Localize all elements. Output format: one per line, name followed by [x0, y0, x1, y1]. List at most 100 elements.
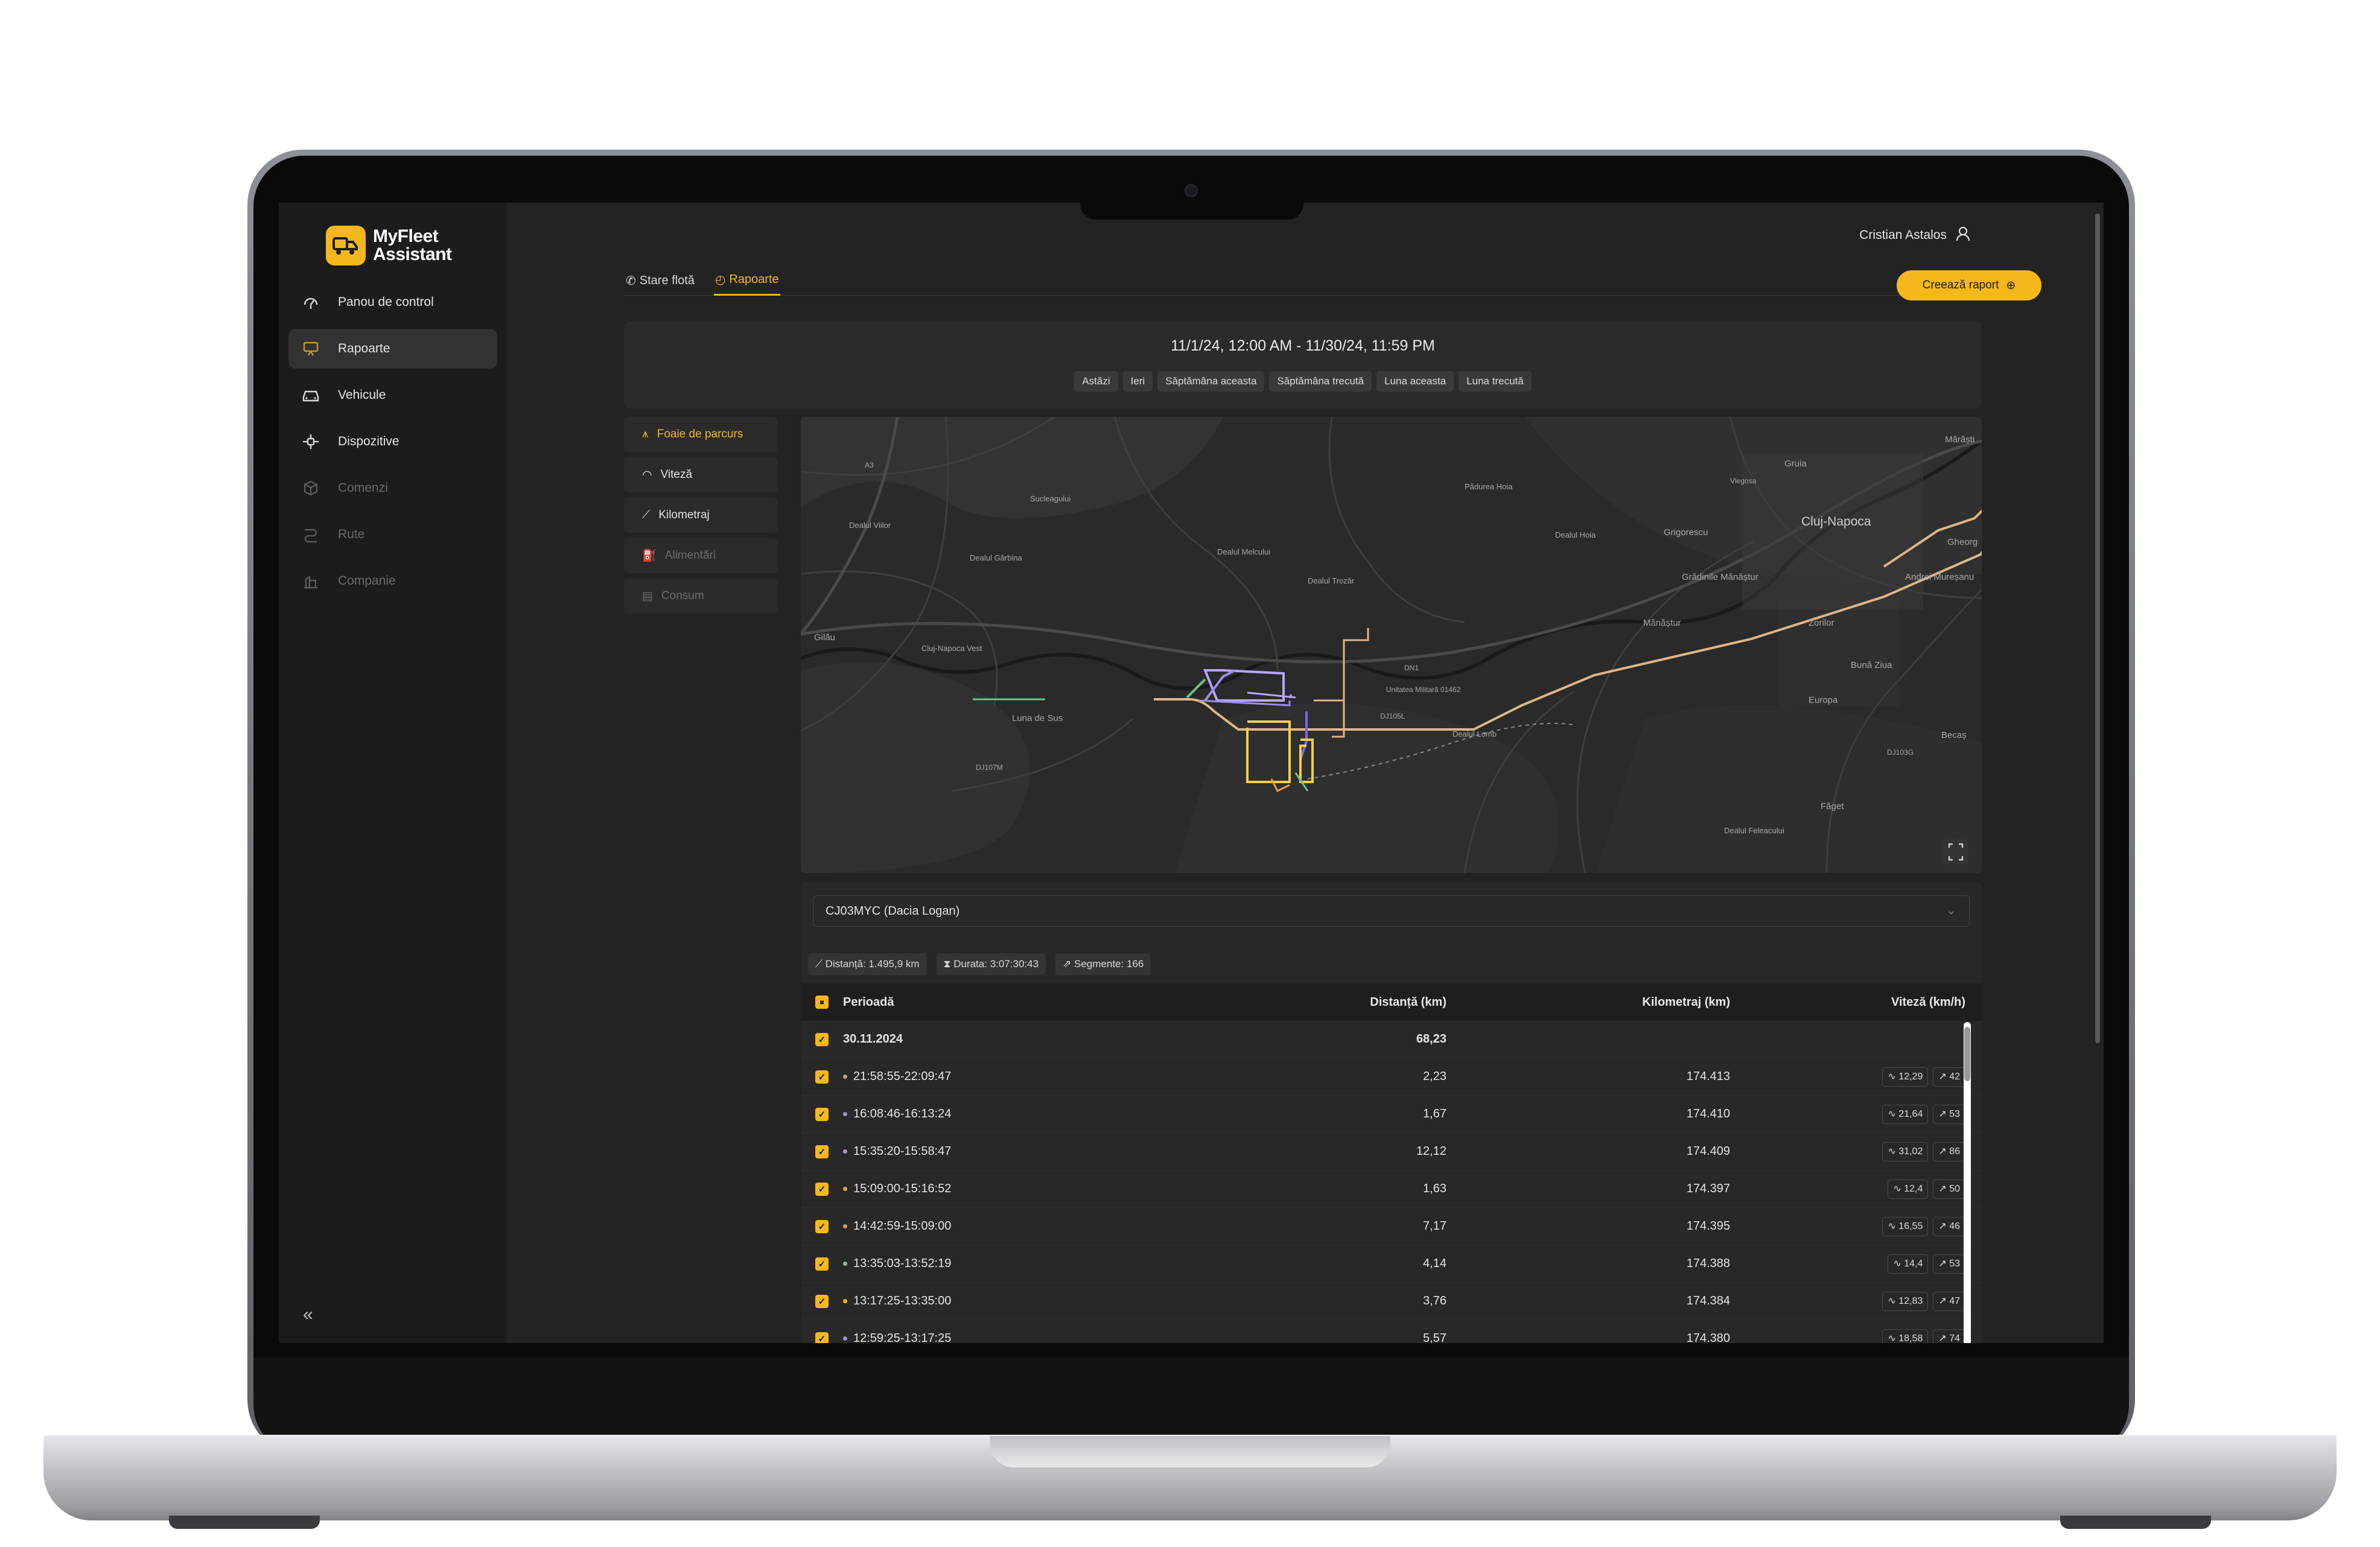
tab-stare-flota[interactable]: ✆ Stare flotă — [625, 265, 696, 296]
device-icon — [302, 433, 320, 451]
map-label-dj105l: DJ105L — [1380, 712, 1405, 720]
report-type-kilometraj[interactable]: ⟋ Kilometraj — [624, 498, 777, 533]
report-type-alimentari[interactable]: ⛽ Alimentări — [624, 538, 777, 573]
car-icon — [302, 386, 320, 404]
avg-speed-badge: ∿ 12,4 — [1888, 1179, 1929, 1199]
row-distance: 2,23 — [1423, 1070, 1446, 1083]
report-type-label: Consum — [661, 589, 704, 602]
brand-line-1: MyFleet — [373, 226, 439, 246]
header-distance[interactable]: Distanță (km) — [1157, 996, 1446, 1009]
fuel-icon: ⛽ — [642, 550, 657, 562]
row-checkbox[interactable]: ✓ — [815, 1294, 829, 1308]
vehicle-select[interactable]: CJ03MYC (Dacia Logan) ⌄ — [813, 895, 1970, 927]
map-label-dealul-lomb: Dealul Lomb — [1452, 729, 1497, 739]
row-checkbox[interactable]: ✓ — [815, 1145, 829, 1158]
quick-range-yesterday[interactable]: Ieri — [1122, 371, 1153, 392]
table-row[interactable]: ✓ 13:17:25-13:35:00 3,76 174.384 ∿ 12,83 ↗ 47 — [801, 1283, 1982, 1320]
max-speed-value: 50 — [1949, 1183, 1960, 1194]
table-group-row[interactable]: ✓ 30.11.2024 68,23 — [801, 1021, 1982, 1058]
user-menu[interactable]: Cristian Astalos — [1859, 226, 1971, 245]
row-checkbox[interactable]: ✓ — [815, 1257, 829, 1271]
row-odometer: 174.409 — [1686, 1145, 1730, 1158]
map-label-cluj-napoca: Cluj-Napoca — [1801, 515, 1871, 529]
max-speed-value: 86 — [1949, 1146, 1960, 1157]
map-label-a3: A3 — [865, 461, 874, 469]
box-icon — [302, 479, 320, 497]
brand-name: MyFleet Assistant — [373, 227, 452, 264]
map-label-andrei-muresanu: Andrei Mureșanu — [1905, 572, 1974, 582]
row-checkbox[interactable]: ✓ — [815, 1070, 829, 1084]
map-label-dealul-melcului: Dealul Melcului — [1217, 547, 1270, 556]
collapse-sidebar-icon[interactable]: « — [303, 1304, 313, 1325]
brand-logo[interactable]: MyFleet Assistant — [326, 226, 452, 265]
header-speed[interactable]: Viteză (km/h) — [1730, 996, 1965, 1009]
camera-icon — [1185, 184, 1198, 197]
date-range-picker[interactable]: 11/1/24, 12:00 AM - 11/30/24, 11:59 PM — [624, 337, 1982, 355]
sidebar-item-label: Comenzi — [338, 481, 388, 495]
report-type-viteza[interactable]: ◠ Viteză — [624, 457, 777, 492]
sidebar-item-companie[interactable]: Companie — [288, 561, 497, 601]
quick-range-last-week[interactable]: Săptămâna trecută — [1269, 371, 1372, 392]
segment-color-dot — [843, 1299, 847, 1303]
sidebar-item-dispozitive[interactable]: Dispozitive — [288, 422, 497, 462]
table-row[interactable]: ✓ 21:58:55-22:09:47 2,23 174.413 ∿ 12,29 ↗ 42 — [801, 1058, 1982, 1096]
map-label-dealul-garbina: Dealul Gârbina — [970, 553, 1022, 562]
row-checkbox[interactable]: ✓ — [815, 1332, 829, 1343]
clock-icon: ◴ — [714, 273, 726, 287]
sidebar-item-panou-de-control[interactable]: Panou de control — [288, 282, 497, 322]
table-row[interactable]: ✓ 14:42:59-15:09:00 7,17 174.395 ∿ 16,55 ↗ 46 — [801, 1208, 1982, 1245]
tab-label: Rapoarte — [729, 273, 779, 286]
report-type-consum[interactable]: ▤ Consum — [624, 579, 777, 614]
table-row[interactable]: ✓ 13:35:03-13:52:19 4,14 174.388 ∿ 14,4 ↗ 53 — [801, 1245, 1982, 1283]
report-type-foaie-de-parcurs[interactable]: ⩚ Foaie de parcurs — [624, 417, 777, 452]
map-label-zorilor: Zorilor — [1809, 618, 1834, 628]
tab-rapoarte[interactable]: ◴ Rapoarte — [713, 265, 780, 296]
row-period: 15:09:00-15:16:52 — [853, 1182, 952, 1195]
sidebar-item-comenzi[interactable]: Comenzi — [288, 468, 497, 508]
map-label-cluj-napoca-vest: Cluj-Napoca Vest — [921, 644, 982, 653]
row-checkbox[interactable]: ✓ — [815, 1219, 829, 1233]
segment-color-dot — [843, 1112, 847, 1116]
avg-speed-value: 12,83 — [1898, 1295, 1923, 1306]
quick-range-this-month[interactable]: Luna aceasta — [1376, 371, 1454, 392]
map-label-faget: Făget — [1821, 801, 1844, 812]
page-scrollbar-thumb[interactable] — [2095, 214, 2100, 1043]
route-map[interactable]: Cluj-Napoca Grigorescu Grădinile Mănăștu… — [801, 417, 1982, 873]
create-report-button[interactable]: Creează raport ⊕ — [1897, 270, 2041, 300]
quick-range-buttons: Astăzi Ieri Săptămâna aceasta Săptămâna … — [624, 371, 1982, 392]
date-range-card: 11/1/24, 12:00 AM - 11/30/24, 11:59 PM A… — [624, 322, 1982, 408]
select-all-checkbox[interactable]: ■ — [815, 996, 829, 1009]
sidebar-item-vehicule[interactable]: Vehicule — [288, 375, 497, 415]
avg-speed-value: 12,4 — [1904, 1183, 1923, 1194]
table-row[interactable]: ✓ 15:09:00-15:16:52 1,63 174.397 ∿ 12,4 ↗ 50 — [801, 1171, 1982, 1208]
sidebar-item-rute[interactable]: Rute — [288, 515, 497, 554]
row-checkbox[interactable]: ✓ — [815, 1107, 829, 1121]
report-panel: CJ03MYC (Dacia Logan) ⌄ ⟋ Distanță: 1.49… — [801, 882, 1982, 1343]
laptop-foot-right — [2060, 1516, 2211, 1529]
quick-range-last-month[interactable]: Luna trecută — [1459, 371, 1532, 392]
chevron-down-icon: ⌄ — [1946, 904, 1956, 916]
max-speed-badge: ↗ 47 — [1933, 1291, 1965, 1311]
map-label-becas: Becaș — [1941, 730, 1967, 740]
table-row[interactable]: ✓ 16:08:46-16:13:24 1,67 174.410 ∿ 21,64 ↗ 53 — [801, 1096, 1982, 1133]
row-checkbox[interactable]: ✓ — [815, 1182, 829, 1196]
laptop-mockup: { "app": { "brand_line1": "MyFleet", "br… — [0, 0, 2380, 1547]
quick-range-this-week[interactable]: Săptămâna aceasta — [1157, 371, 1265, 392]
max-speed-badge: ↗ 86 — [1933, 1142, 1965, 1161]
row-period: 13:35:03-13:52:19 — [853, 1257, 952, 1270]
map-label-gruia: Gruia — [1784, 459, 1807, 469]
sidebar-item-rapoarte[interactable]: Rapoarte — [288, 329, 497, 369]
table-scrollbar-thumb[interactable] — [1964, 1027, 1970, 1081]
quick-range-today[interactable]: Astăzi — [1074, 371, 1118, 392]
header-period[interactable]: Perioadă — [843, 996, 1157, 1009]
header-odometer[interactable]: Kilometraj (km) — [1446, 996, 1730, 1009]
row-checkbox[interactable]: ✓ — [815, 1032, 829, 1046]
avg-speed-badge: ∿ 21,64 — [1882, 1104, 1929, 1124]
fullscreen-icon[interactable] — [1943, 839, 1968, 865]
max-speed-value: 74 — [1949, 1333, 1960, 1344]
table-row[interactable]: ✓ 12:59:25-13:17:25 5,57 174.380 ∿ 18,58 ↗ 74 — [801, 1320, 1982, 1343]
table-row[interactable]: ✓ 15:35:20-15:58:47 12,12 174.409 ∿ 31,02 ↗ 8… — [801, 1133, 1982, 1171]
map-label-dj103g: DJ103G — [1887, 748, 1914, 757]
report-type-label: Foaie de parcurs — [657, 428, 743, 440]
map-label-grigorescu: Grigorescu — [1664, 527, 1708, 538]
